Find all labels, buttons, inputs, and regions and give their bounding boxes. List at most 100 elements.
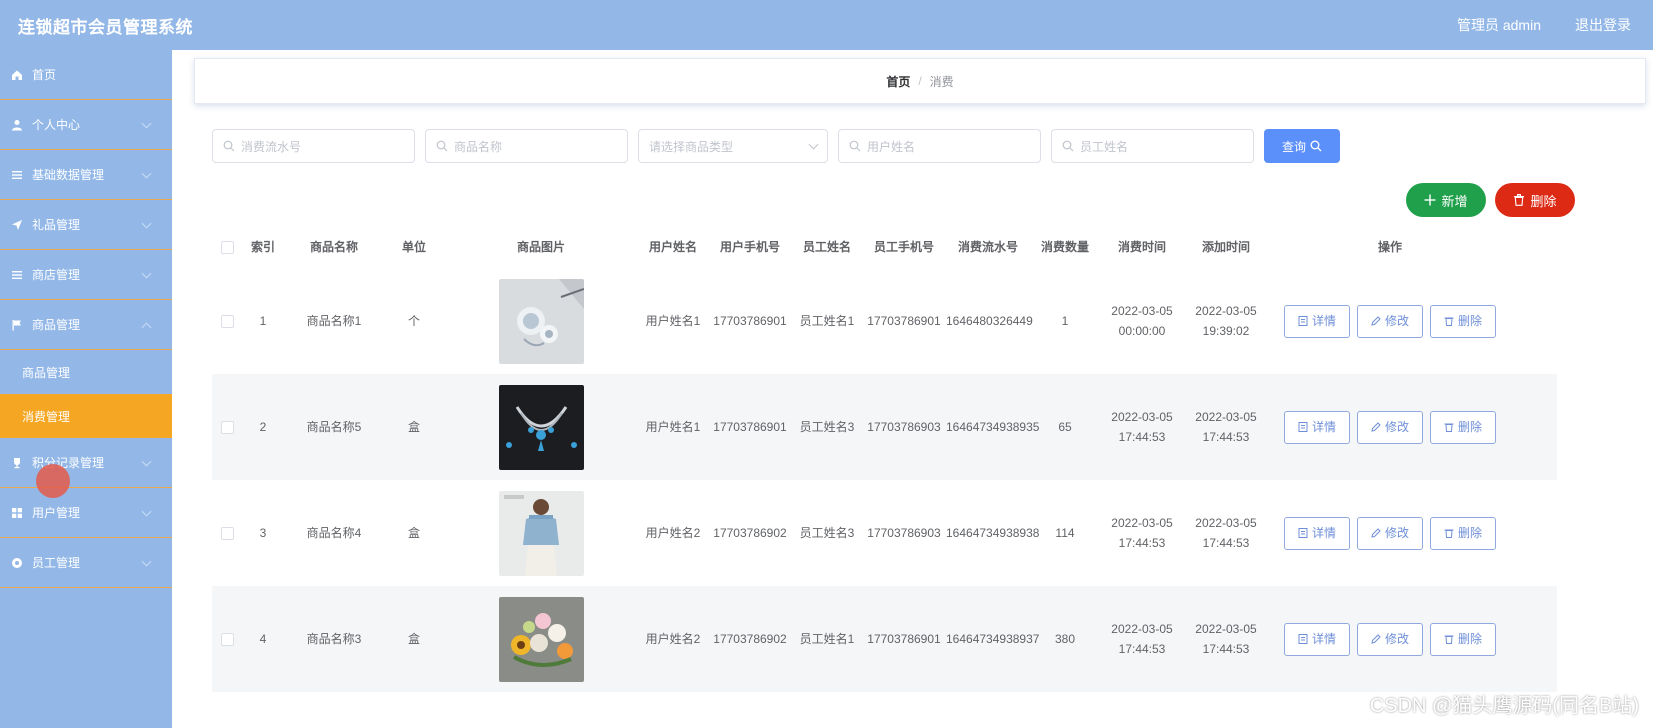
watermark: CSDN @猫头鹰源码(同名B站) [1369,695,1639,717]
user-search-input[interactable]: 用户姓名 [838,129,1041,163]
sidebar-item-staff[interactable]: 员工管理 [0,538,172,588]
sidebar-item-product[interactable]: 商品管理 [0,300,172,350]
logout-link[interactable]: 退出登录 [1575,15,1631,35]
chevron-down-icon [141,506,152,517]
header-user-phone: 用户手机号 [719,240,780,254]
header-unit: 单位 [401,240,426,254]
trash-icon [1444,317,1454,326]
sidebar-item-home[interactable]: 首页 [0,50,172,100]
row-checkbox[interactable] [220,314,234,328]
row-user: 用户姓名1 [645,314,701,328]
add-button[interactable]: 新增 [1406,183,1486,217]
edit-label: 修改 [1384,314,1409,328]
detail-button[interactable]: 详情 [1284,304,1350,338]
sidebar-item-label: 基础数据管理 [32,168,105,182]
delete-button[interactable]: 删除 [1430,304,1496,338]
row-user-phone: 17703786901 [713,420,787,434]
trash-icon [1444,529,1454,538]
row-name: 商品名称3 [306,632,362,646]
product-type-select[interactable]: 请选择商品类型 [638,129,828,163]
product-image[interactable] [498,278,584,364]
user-icon [10,118,24,132]
row-unit: 盒 [407,420,420,434]
header-add-time: 添加时间 [1201,240,1250,254]
header-qty: 消费数量 [1040,240,1089,254]
search-icon [223,140,235,152]
serial-search-input[interactable]: 消费流水号 [212,129,415,163]
query-label: 查询 [1281,139,1306,154]
row-checkbox[interactable] [220,632,234,646]
product-image[interactable] [498,490,584,576]
delete-label: 删除 [1457,632,1482,646]
edit-button[interactable]: 修改 [1357,304,1423,338]
product-image[interactable] [498,384,584,470]
row-consume-time: 2022-03-05 17:44:53 [1111,410,1173,444]
sidebar-item-users[interactable]: 用户管理 [0,488,172,538]
row-consume-time: 2022-03-05 17:44:53 [1111,622,1173,656]
sidebar-subitem-product[interactable]: 商品管理 [0,350,172,394]
sidebar-item-basic-data[interactable]: 基础数据管理 [0,150,172,200]
row-unit: 个 [407,314,420,328]
query-button[interactable]: 查询 [1264,129,1340,163]
main-content: 首页 / 消费 消费流水号 商品名称 请选择商品类型 用户姓名 员工姓名 查询 [172,50,1653,728]
sidebar-item-store[interactable]: 商店管理 [0,250,172,300]
row-qty: 65 [1058,420,1072,434]
table-header: 索引 商品名称 单位 商品图片 用户姓名 用户手机号 员工姓名 员工手机号 消费… [212,226,1557,268]
sidebar-item-personal[interactable]: 个人中心 [0,100,172,150]
search-icon [1310,140,1322,152]
product-image[interactable] [498,596,584,682]
row-user-phone: 17703786902 [713,526,787,540]
row-qty: 380 [1054,632,1076,646]
sidebar-item-points[interactable]: 积分记录管理 [0,438,172,488]
staff-search-input[interactable]: 员工姓名 [1051,129,1254,163]
header-staff-phone: 员工手机号 [873,240,934,254]
search-icon [849,140,861,152]
row-staff: 员工姓名3 [799,526,855,540]
header-ops: 操作 [1377,240,1402,254]
edit-button[interactable]: 修改 [1357,622,1423,656]
row-serial: 16464734938937 [946,632,1040,646]
row-staff-phone: 17703786903 [867,526,941,540]
edit-icon [1371,316,1381,326]
document-icon [1298,634,1308,644]
sidebar-subitem-consumption[interactable]: 消费管理 [0,394,172,438]
row-serial: 16464734938938 [946,526,1040,540]
edit-button[interactable]: 修改 [1357,516,1423,550]
consumption-table: 索引 商品名称 单位 商品图片 用户姓名 用户手机号 员工姓名 员工手机号 消费… [212,226,1557,692]
sidebar-item-label: 商店管理 [32,268,81,282]
row-add-time: 2022-03-05 17:44:53 [1195,516,1257,550]
detail-button[interactable]: 详情 [1284,410,1350,444]
type-placeholder: 请选择商品类型 [649,139,734,154]
sidebar-item-label: 用户管理 [32,506,81,520]
breadcrumb-separator: / [918,74,922,88]
product-search-input[interactable]: 商品名称 [425,129,628,163]
trash-icon [1514,194,1525,206]
flag-icon [10,318,24,332]
document-icon [1298,316,1308,326]
row-qty: 1 [1061,314,1069,328]
header-consume-time: 消费时间 [1117,240,1166,254]
delete-button[interactable]: 删除 [1430,516,1496,550]
grid-icon [10,506,24,520]
row-checkbox[interactable] [220,420,234,434]
table-row: 3 商品名称4 盒 用户姓名2 17703786902 员工姓名3 177037… [212,480,1557,586]
detail-button[interactable]: 详情 [1284,622,1350,656]
row-checkbox[interactable] [220,526,234,540]
select-all-checkbox[interactable] [220,240,234,254]
batch-delete-button[interactable]: 删除 [1495,183,1575,217]
delete-button[interactable]: 删除 [1430,410,1496,444]
plus-icon [1424,194,1436,206]
delete-button[interactable]: 删除 [1430,622,1496,656]
row-name: 商品名称4 [306,526,362,540]
sidebar: 首页 个人中心 基础数据管理 礼品管理 商店管理 商品管理 商品管理 消费管理 … [0,50,172,728]
add-label: 新增 [1441,193,1468,209]
circle-icon [10,556,24,570]
detail-button[interactable]: 详情 [1284,516,1350,550]
user-placeholder: 用户姓名 [867,139,916,154]
sidebar-item-gift[interactable]: 礼品管理 [0,200,172,250]
edit-button[interactable]: 修改 [1357,410,1423,444]
breadcrumb-home[interactable]: 首页 [886,73,910,90]
product-placeholder: 商品名称 [454,139,503,154]
document-icon [1298,528,1308,538]
header-user: 用户姓名 [648,240,697,254]
